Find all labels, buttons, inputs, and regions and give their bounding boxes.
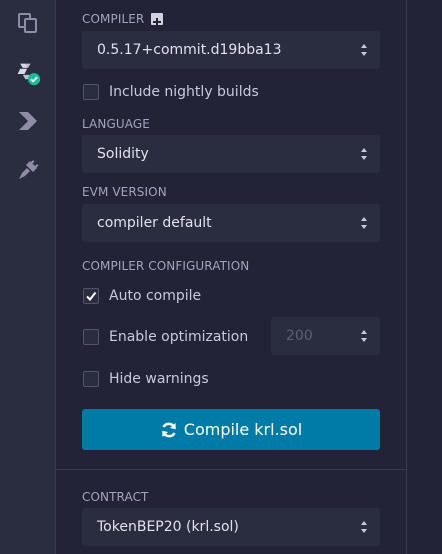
panel-border [406, 0, 407, 554]
optimization-toggle[interactable]: Enable optimization [82, 328, 248, 346]
language-label: LANGUAGE [82, 117, 150, 131]
hide-warnings-checkbox[interactable] [83, 371, 99, 387]
compiler-version-value: 0.5.17+commit.d19bba13 [97, 42, 282, 58]
auto-compile-label: Auto compile [109, 288, 202, 304]
optimization-runs-value: 200 [286, 328, 313, 344]
deploy-run-icon[interactable] [15, 108, 41, 134]
compile-button-label: Compile krl.sol [183, 420, 303, 439]
select-arrows-icon [361, 521, 367, 533]
select-arrows-icon [361, 148, 367, 160]
language-select[interactable]: Solidity [82, 135, 380, 173]
solidity-compiler-icon[interactable] [15, 61, 41, 87]
section-divider [56, 469, 406, 470]
optimization-runs-input[interactable]: 200 [271, 317, 380, 355]
evm-version-select[interactable]: compiler default [82, 204, 380, 242]
compiler-label: COMPILER [82, 12, 145, 26]
compiler-configuration-label: COMPILER CONFIGURATION [82, 259, 250, 273]
auto-compile-toggle[interactable]: Auto compile [82, 287, 201, 305]
plugin-manager-icon[interactable] [15, 157, 41, 183]
add-compiler-icon[interactable] [151, 13, 163, 26]
compile-button[interactable]: Compile krl.sol [82, 409, 380, 450]
select-arrows-icon [361, 217, 367, 229]
hide-warnings-label: Hide warnings [109, 371, 209, 387]
compiler-version-select[interactable]: 0.5.17+commit.d19bba13 [82, 31, 380, 69]
language-value: Solidity [97, 146, 149, 162]
checkmark-icon [86, 291, 97, 302]
stepper-arrows-icon[interactable] [360, 329, 368, 343]
file-explorer-icon[interactable] [15, 10, 41, 36]
icon-sidebar [0, 0, 56, 554]
hide-warnings-toggle[interactable]: Hide warnings [82, 370, 209, 388]
contract-select[interactable]: TokenBEP20 (krl.sol) [82, 508, 380, 546]
refresh-icon [160, 421, 178, 439]
select-arrows-icon [361, 44, 367, 56]
auto-compile-checkbox[interactable] [83, 288, 99, 304]
optimization-label: Enable optimization [109, 329, 249, 345]
evm-version-label: EVM VERSION [82, 185, 167, 199]
contract-value: TokenBEP20 (krl.sol) [97, 519, 239, 535]
contract-label: CONTRACT [82, 490, 149, 504]
nightly-builds-label: Include nightly builds [109, 84, 259, 100]
nightly-builds-checkbox[interactable] [83, 84, 99, 100]
evm-version-value: compiler default [97, 215, 212, 231]
compiler-window: COMPILER 0.5.17+commit.d19bba13 Include … [0, 0, 442, 554]
optimization-checkbox[interactable] [83, 329, 99, 345]
nightly-builds-toggle[interactable]: Include nightly builds [82, 83, 259, 101]
